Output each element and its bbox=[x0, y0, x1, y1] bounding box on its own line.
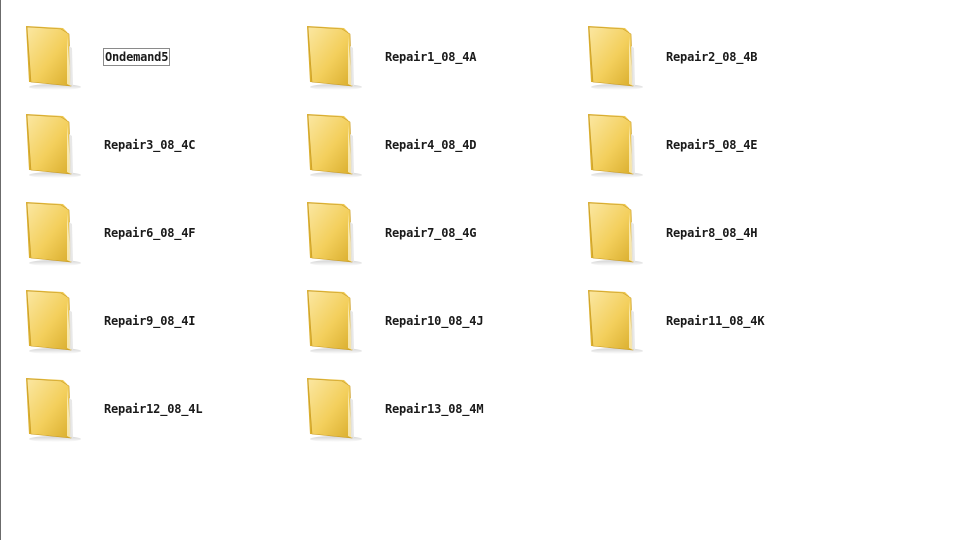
folder-item[interactable]: Repair3_08_4C bbox=[23, 110, 304, 198]
folder-icon bbox=[23, 286, 85, 356]
folder-name-edit-field[interactable]: Ondemand5 bbox=[103, 48, 171, 66]
folder-grid: Ondemand5 Repair1_08_4A Repair2_08_4B Re… bbox=[23, 22, 866, 462]
folder-icon bbox=[585, 286, 647, 356]
folder-icon bbox=[304, 110, 366, 180]
folder-label: Repair2_08_4B bbox=[666, 50, 758, 64]
folder-item[interactable]: Repair8_08_4H bbox=[585, 198, 866, 286]
folder-icon bbox=[304, 286, 366, 356]
folder-icon bbox=[23, 110, 85, 180]
folder-icon bbox=[585, 198, 647, 268]
folder-item[interactable]: Repair1_08_4A bbox=[304, 22, 585, 110]
folder-icon bbox=[23, 374, 85, 444]
folder-icon bbox=[23, 198, 85, 268]
folder-item[interactable]: Repair6_08_4F bbox=[23, 198, 304, 286]
folder-label: Repair8_08_4H bbox=[666, 226, 758, 240]
folder-label: Repair10_08_4J bbox=[385, 314, 484, 328]
folder-item[interactable]: Ondemand5 bbox=[23, 22, 304, 110]
folder-item[interactable]: Repair4_08_4D bbox=[304, 110, 585, 198]
folder-label: Repair12_08_4L bbox=[104, 402, 203, 416]
folder-label: Repair6_08_4F bbox=[104, 226, 196, 240]
folder-icon bbox=[23, 22, 85, 92]
folder-item[interactable]: Repair5_08_4E bbox=[585, 110, 866, 198]
folder-icon bbox=[585, 110, 647, 180]
folder-item[interactable]: Repair13_08_4M bbox=[304, 374, 585, 462]
folder-label: Repair5_08_4E bbox=[666, 138, 758, 152]
folder-item[interactable]: Repair10_08_4J bbox=[304, 286, 585, 374]
folder-label: Repair9_08_4I bbox=[104, 314, 196, 328]
folder-item[interactable]: Repair12_08_4L bbox=[23, 374, 304, 462]
folder-icon bbox=[585, 22, 647, 92]
folder-label: Repair13_08_4M bbox=[385, 402, 484, 416]
folder-icon bbox=[304, 22, 366, 92]
folder-item[interactable]: Repair2_08_4B bbox=[585, 22, 866, 110]
file-explorer-window: Ondemand5 Repair1_08_4A Repair2_08_4B Re… bbox=[0, 0, 960, 540]
folder-item[interactable]: Repair7_08_4G bbox=[304, 198, 585, 286]
folder-item[interactable]: Repair11_08_4K bbox=[585, 286, 866, 374]
folder-label: Repair7_08_4G bbox=[385, 226, 477, 240]
folder-label: Repair4_08_4D bbox=[385, 138, 477, 152]
folder-icon bbox=[304, 374, 366, 444]
folder-icon bbox=[304, 198, 366, 268]
folder-label: Repair11_08_4K bbox=[666, 314, 765, 328]
folder-item[interactable]: Repair9_08_4I bbox=[23, 286, 304, 374]
folder-label: Repair1_08_4A bbox=[385, 50, 477, 64]
folder-label: Repair3_08_4C bbox=[104, 138, 196, 152]
